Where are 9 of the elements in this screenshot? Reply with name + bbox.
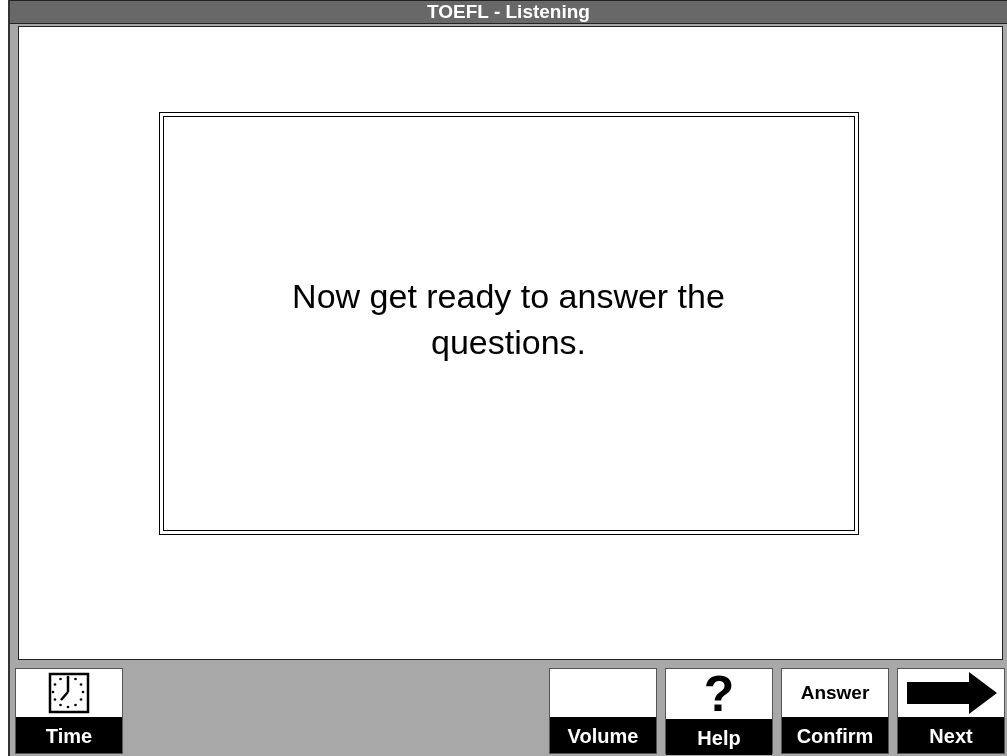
arrow-icon [905,672,997,714]
message-text: Now get ready to answer the questions. [291,276,726,363]
toolbar-button[interactable]: Volume [549,668,657,754]
toolbar-button[interactable]: Answer Confirm [781,668,889,754]
toolbar-button[interactable]: Next [897,668,1005,754]
toolbar-button[interactable]: ? Help [665,668,773,754]
clock-icon [48,672,90,714]
toolbar-button[interactable]: Time [15,668,123,754]
window-title: TOEFL - Listening [10,0,1007,24]
